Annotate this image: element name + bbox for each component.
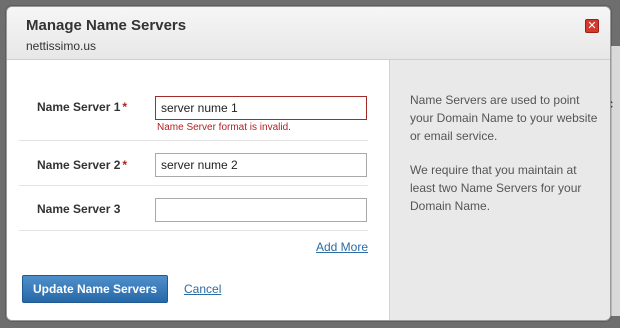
name-server-3-label: Name Server 3 (37, 202, 121, 216)
add-more-link[interactable]: Add More (316, 240, 368, 254)
name-server-1-row: Name Server 1* Name Server format is inv… (19, 60, 368, 141)
name-server-1-input[interactable] (155, 96, 367, 120)
name-server-3-row: Name Server 3 (19, 186, 368, 231)
domain-name-subtitle: nettissimo.us (26, 39, 97, 53)
name-server-form: Name Server 1* Name Server format is inv… (7, 60, 389, 320)
help-text-purpose: Name Servers are used to point your Doma… (410, 93, 598, 143)
required-marker: * (122, 100, 128, 114)
update-name-servers-button[interactable]: Update Name Servers (22, 275, 168, 303)
required-marker: * (122, 158, 128, 172)
manage-name-servers-dialog: Manage Name Servers nettissimo.us ✕ Name… (6, 6, 611, 321)
close-icon[interactable]: ✕ (585, 19, 599, 33)
dialog-title: Manage Name Servers (26, 17, 187, 34)
name-server-2-input[interactable] (155, 153, 367, 177)
help-text-requirement: We require that you maintain at least tw… (410, 163, 582, 213)
name-server-1-error: Name Server format is invalid. (157, 122, 291, 133)
name-server-3-input[interactable] (155, 198, 367, 222)
name-server-1-label: Name Server 1 * (37, 100, 128, 114)
cancel-link[interactable]: Cancel (184, 282, 221, 296)
name-server-2-label: Name Server 2 * (37, 158, 128, 172)
name-server-2-row: Name Server 2 * (19, 140, 368, 186)
dialog-header: Manage Name Servers nettissimo.us ✕ (7, 7, 610, 60)
help-panel: Name Servers are used to point your Doma… (389, 60, 610, 320)
